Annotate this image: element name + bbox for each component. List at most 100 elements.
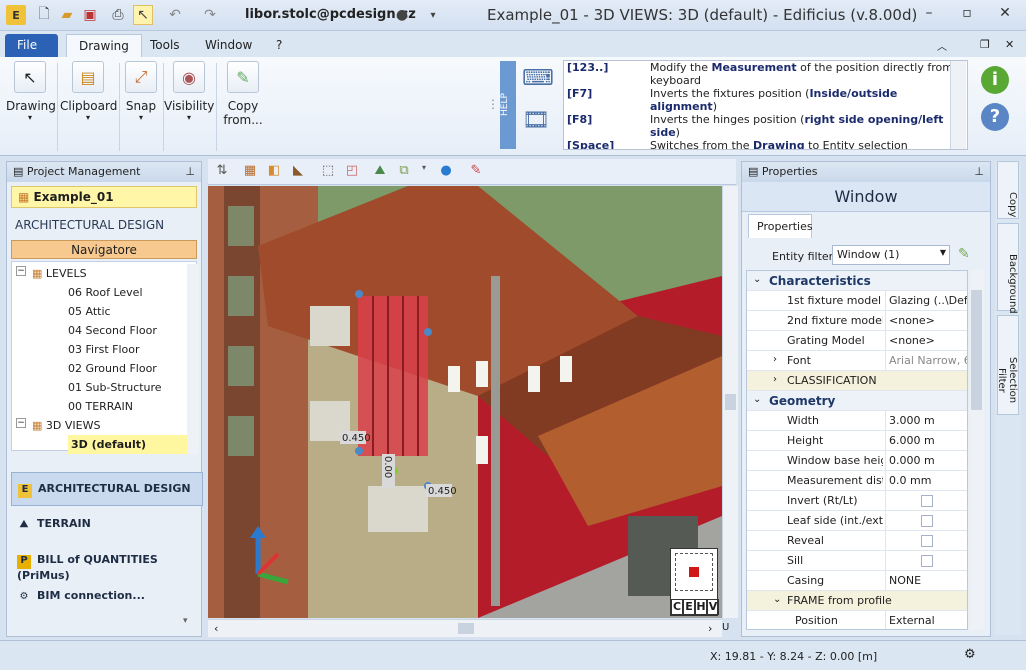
property-row[interactable]: Width 3.000 m [747,411,967,431]
sphere-icon[interactable]: ● [436,163,456,181]
help-question-icon[interactable]: ? [981,103,1009,131]
view-h-button[interactable]: H [695,599,707,615]
scroll-left-icon[interactable]: ‹ [214,622,218,635]
viewport-hscroll[interactable]: ‹ › [208,619,722,637]
orient-icon[interactable]: ⇅ [212,163,232,181]
side-tab-selection-filter[interactable]: Selection Filter [996,315,1019,415]
customize-quickaccess-icon[interactable]: ▾ [423,5,443,25]
property-value[interactable]: 0.0 mm [885,471,967,490]
snap-group-button[interactable]: ⤢ Snap ▾ [122,61,160,122]
entity-filter-select[interactable]: Window (1) ▼ [832,245,950,265]
terrain-icon[interactable]: ⛰ [370,163,390,181]
view-cube[interactable]: C E H V [670,548,719,616]
property-value[interactable]: <none> [885,331,967,350]
property-row[interactable]: Invert (Rt/Lt) [747,491,967,511]
tree-scrollbar[interactable] [187,264,199,454]
property-row[interactable]: Reveal [747,531,967,551]
collapse-chevron-icon[interactable]: ⌄ [753,394,761,405]
tab-drawing[interactable]: Drawing [66,34,142,57]
property-row[interactable]: Sill [747,551,967,571]
close-button[interactable]: ✕ [993,5,1017,25]
grid-scrollbar[interactable] [970,270,984,630]
print-icon[interactable]: ⎙ [108,5,128,25]
property-value[interactable]: <none> [885,311,967,330]
property-row[interactable]: Grating Model <none> [747,331,967,351]
user-icon[interactable]: ● [392,5,412,25]
property-row[interactable]: 1st fixture model Glazing (..\Def [747,291,967,311]
property-row[interactable]: › CLASSIFICATION [747,371,967,391]
new-file-icon[interactable]: 🗋 [34,5,54,25]
zoom-extents-icon[interactable]: ◰ [342,163,362,181]
copy-from-group-button[interactable]: ✎ Copy from... [218,61,268,127]
property-row[interactable]: Position External [747,611,967,629]
ucs-icon[interactable]: U [722,622,729,633]
open-folder-icon[interactable]: ▰ [57,5,77,25]
help-strip[interactable]: HELP [500,61,516,149]
select-pointer-icon[interactable]: ↖ [133,5,153,25]
property-checkbox[interactable] [921,515,933,527]
nav-more-icon[interactable]: ▾ [183,616,188,626]
navigator-header[interactable]: Navigatore [11,240,197,259]
property-category[interactable]: ⌄ Characteristics [747,271,967,291]
pin-icon[interactable]: ⊥ [185,165,195,178]
view-v-button[interactable]: V [707,599,719,615]
help-scrollbar[interactable] [950,61,966,149]
side-tab-background[interactable]: Background [997,223,1019,314]
tab-file[interactable]: File [5,34,58,57]
property-value[interactable]: Arial Narrow, 6 [885,351,967,370]
property-row[interactable]: Window base heigh0.000 m [747,451,967,471]
ribbon-collapse-icon[interactable]: ︿ [925,34,959,57]
property-row[interactable]: 2nd fixture model <none> [747,311,967,331]
render-icon[interactable]: ▦ [240,163,260,181]
property-value[interactable]: 0.000 m [885,451,967,470]
section-icon[interactable]: ◣ [288,163,308,181]
view-e-button[interactable]: E [683,599,695,615]
clipboard-group-button[interactable]: ▤ Clipboard ▾ [60,61,117,122]
property-row[interactable]: › Font Arial Narrow, 6 [747,351,967,371]
view-c-button[interactable]: C [671,599,683,615]
box-icon[interactable]: ◧ [264,163,284,181]
collapse-icon[interactable]: − [16,266,26,276]
3d-viewport[interactable]: 0.450 0.450 0.00 C E H V [208,186,722,618]
user-account[interactable]: libor.stolc@pcdesign.cz [245,7,416,22]
drawing-group-button[interactable]: ↖ Drawing ▾ [6,61,56,122]
tree-item[interactable]: 05 Attic [68,302,111,321]
property-value[interactable]: Glazing (..\Def [885,291,967,310]
save-icon[interactable]: ▣ [80,5,100,25]
collapse-icon[interactable]: − [16,418,26,428]
tree-item[interactable]: 02 Ground Floor [68,359,157,378]
project-name[interactable]: ▦ Example_01 [11,186,197,208]
property-row[interactable]: Height 6.000 m [747,431,967,451]
status-settings-icon[interactable]: ⚙ [964,647,976,662]
tab-window[interactable]: Window [193,34,264,57]
nav-item[interactable]: E ARCHITECTURAL DESIGN [11,472,203,506]
minimize-button[interactable]: – [917,5,941,25]
property-value[interactable]: 6.000 m [885,431,967,450]
property-checkbox[interactable] [921,555,933,567]
tree-item[interactable]: 01 Sub-Structure [68,378,162,397]
filter-edit-icon[interactable]: ✎ [958,246,970,262]
paint-icon[interactable]: ✎ [466,163,486,181]
tree-item[interactable]: 00 TERRAIN [68,397,133,416]
layers-icon[interactable]: ⧉ [394,163,414,181]
zoom-window-icon[interactable]: ⬚ [318,163,338,181]
tree-item[interactable]: 03 First Floor [68,340,140,359]
tree-item[interactable]: − ▦ 3D VIEWS [16,416,100,435]
tree-item[interactable]: 04 Second Floor [68,321,157,340]
view-cube-center-icon[interactable] [689,567,699,577]
nav-item[interactable]: ⛰ TERRAIN [11,508,203,542]
expand-chevron-icon[interactable]: › [773,374,777,385]
property-checkbox[interactable] [921,535,933,547]
vscroll-thumb[interactable] [725,394,736,410]
app-logo-icon[interactable]: E [6,5,26,25]
grid-scroll-thumb[interactable] [971,290,982,410]
tree-item[interactable]: − ▦ LEVELS [16,264,87,283]
property-row[interactable]: ⌄ FRAME from profile [747,591,967,611]
hscroll-thumb[interactable] [458,623,474,634]
property-checkbox[interactable] [921,495,933,507]
nav-item[interactable]: ⚙ BIM connection... [11,580,203,614]
property-value[interactable]: 3.000 m [885,411,967,430]
property-row[interactable]: Casing NONE [747,571,967,591]
property-value[interactable]: External [885,611,967,629]
info-icon[interactable]: i [981,66,1009,94]
